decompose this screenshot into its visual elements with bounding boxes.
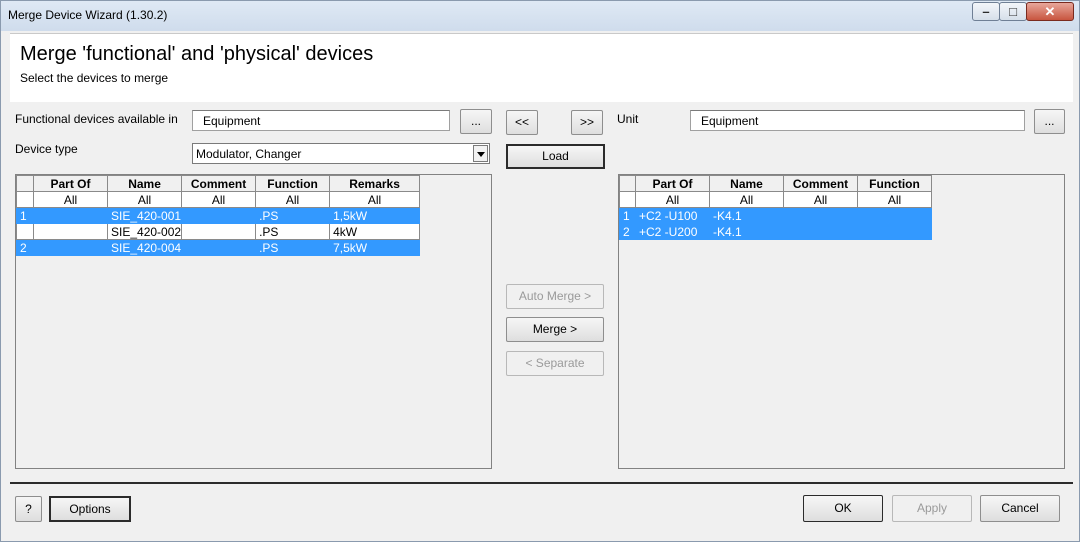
comment-cell <box>181 239 257 256</box>
table-row[interactable]: 2 +C2 -U200 -K4.1 <box>619 223 932 240</box>
ok-button[interactable]: OK <box>803 495 883 522</box>
device-type-label: Device type <box>15 142 78 156</box>
part-of-cell <box>33 223 108 240</box>
available-in-label: Functional devices available in <box>15 112 178 126</box>
merge-device-wizard-window: Merge Device Wizard (1.30.2) – □ ✕ Merge… <box>0 0 1080 542</box>
table-header-row: Part Of Name Comment Function <box>619 175 932 192</box>
apply-button[interactable]: Apply <box>892 495 972 522</box>
column-header[interactable]: Comment <box>783 175 858 192</box>
table-header-row: Part Of Name Comment Function Remarks <box>16 175 421 192</box>
part-of-cell <box>33 239 108 256</box>
table-row[interactable]: SIE_420-002 .PS 4kW <box>16 223 421 240</box>
filter-cell[interactable]: All <box>857 191 932 208</box>
load-button[interactable]: Load <box>506 144 605 169</box>
wizard-header: Merge 'functional' and 'physical' device… <box>10 33 1073 102</box>
comment-cell <box>783 223 858 240</box>
column-header[interactable]: Function <box>857 175 932 192</box>
filter-cell[interactable]: All <box>106 191 183 208</box>
device-type-select[interactable]: Modulator, Changer <box>192 143 490 164</box>
unit-browse-button[interactable]: ... <box>1034 109 1065 134</box>
unit-field[interactable]: Equipment <box>690 110 1025 131</box>
auto-merge-button[interactable]: Auto Merge > <box>506 284 604 309</box>
unit-label: Unit <box>617 112 639 126</box>
filter-cell[interactable]: All <box>181 191 257 208</box>
device-type-value: Modulator, Changer <box>196 147 302 161</box>
part-of-cell <box>33 207 108 224</box>
comment-cell <box>181 207 257 224</box>
column-header[interactable]: Remarks <box>329 175 421 192</box>
next-unit-button[interactable]: >> <box>571 110 603 135</box>
column-header[interactable]: Comment <box>181 175 257 192</box>
name-cell: -K4.1 <box>709 223 784 240</box>
available-in-browse-button[interactable]: ... <box>460 109 492 134</box>
previous-unit-button[interactable]: << <box>506 110 538 135</box>
remarks-cell: 7,5kW <box>329 239 421 256</box>
name-cell: SIE_420-001 <box>106 207 183 224</box>
row-header <box>619 191 636 208</box>
name-cell: SIE_420-002 <box>106 223 183 240</box>
name-cell: SIE_420-004 <box>106 239 183 256</box>
part-of-cell: +C2 -U200 <box>635 223 710 240</box>
comment-cell <box>783 207 858 224</box>
column-header[interactable]: Function <box>255 175 331 192</box>
maximize-button[interactable]: □ <box>999 2 1027 21</box>
page-subtitle: Select the devices to merge <box>20 71 169 85</box>
row-header <box>16 191 34 208</box>
row-number <box>16 223 34 240</box>
function-cell: .PS <box>255 223 331 240</box>
separate-button[interactable]: < Separate <box>506 351 604 376</box>
minimize-button[interactable]: – <box>972 2 1000 21</box>
column-header[interactable]: Part Of <box>635 175 710 192</box>
part-of-cell: +C2 -U100 <box>635 207 710 224</box>
column-header[interactable]: Name <box>709 175 784 192</box>
filter-row: All All All All All <box>16 191 421 208</box>
row-number: 2 <box>16 239 34 256</box>
row-number: 1 <box>619 207 636 224</box>
table-row[interactable]: 1 SIE_420-001 .PS 1,5kW <box>16 207 421 224</box>
minimize-icon: – <box>982 4 990 19</box>
row-number: 1 <box>16 207 34 224</box>
row-header-corner <box>16 175 34 192</box>
functional-devices-grid[interactable]: Part Of Name Comment Function Remarks Al… <box>15 174 492 469</box>
footer-divider <box>10 482 1073 484</box>
window-title: Merge Device Wizard (1.30.2) <box>8 8 168 22</box>
filter-cell[interactable]: All <box>709 191 784 208</box>
page-title: Merge 'functional' and 'physical' device… <box>20 43 374 65</box>
table-row[interactable]: 2 SIE_420-004 .PS 7,5kW <box>16 239 421 256</box>
help-button[interactable]: ? <box>15 496 42 522</box>
table-row[interactable]: 1 +C2 -U100 -K4.1 <box>619 207 932 224</box>
function-cell <box>857 223 932 240</box>
filter-cell[interactable]: All <box>783 191 858 208</box>
close-icon: ✕ <box>1044 4 1056 19</box>
column-header[interactable]: Part Of <box>33 175 108 192</box>
dropdown-arrow-icon[interactable] <box>473 145 488 162</box>
functional-devices-table: Part Of Name Comment Function Remarks Al… <box>16 175 421 256</box>
remarks-cell: 4kW <box>329 223 421 240</box>
row-number: 2 <box>619 223 636 240</box>
physical-devices-grid[interactable]: Part Of Name Comment Function All All Al… <box>618 174 1065 469</box>
function-cell: .PS <box>255 239 331 256</box>
maximize-icon: □ <box>1009 4 1017 19</box>
close-button[interactable]: ✕ <box>1026 2 1074 21</box>
column-header[interactable]: Name <box>106 175 183 192</box>
remarks-cell: 1,5kW <box>329 207 421 224</box>
physical-devices-table: Part Of Name Comment Function All All Al… <box>619 175 932 240</box>
function-cell <box>857 207 932 224</box>
available-in-field[interactable]: Equipment <box>192 110 450 131</box>
row-header-corner <box>619 175 636 192</box>
filter-cell[interactable]: All <box>635 191 710 208</box>
filter-row: All All All All <box>619 191 932 208</box>
function-cell: .PS <box>255 207 331 224</box>
options-button[interactable]: Options <box>49 496 131 522</box>
filter-cell[interactable]: All <box>33 191 108 208</box>
filter-cell[interactable]: All <box>255 191 331 208</box>
name-cell: -K4.1 <box>709 207 784 224</box>
title-bar[interactable]: Merge Device Wizard (1.30.2) – □ ✕ <box>1 1 1079 31</box>
comment-cell <box>181 223 257 240</box>
merge-button[interactable]: Merge > <box>506 317 604 342</box>
cancel-button[interactable]: Cancel <box>980 495 1060 522</box>
filter-cell[interactable]: All <box>329 191 421 208</box>
